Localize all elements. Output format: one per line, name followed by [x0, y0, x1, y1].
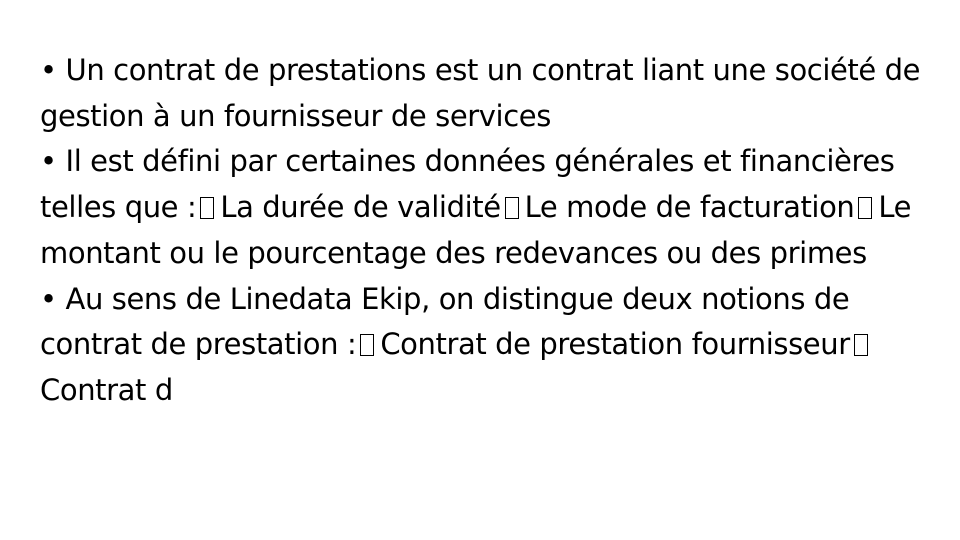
bullet-marker: •: [40, 281, 57, 316]
bullet-marker: •: [40, 144, 57, 179]
slide: • Un contrat de prestations est un contr…: [0, 0, 960, 540]
missing-glyph-icon: [360, 334, 375, 357]
missing-glyph-icon: [858, 197, 873, 220]
bullet-marker: •: [40, 53, 57, 87]
missing-glyph-icon: [200, 197, 215, 220]
sub-item-text: Contrat d: [40, 372, 173, 407]
sub-item-text: Le mode de facturation: [524, 190, 855, 225]
bullet-paragraph-2: • Il est défini par certaines données gé…: [40, 139, 930, 276]
bullet-paragraph-1: • Un contrat de prestations est un contr…: [40, 48, 930, 139]
sub-item-text: Contrat de prestation fournisseur: [380, 327, 850, 362]
missing-glyph-icon: [504, 197, 519, 220]
paragraph-text: Un contrat de prestations est un contrat…: [40, 53, 921, 133]
missing-glyph-icon: [853, 334, 868, 357]
bullet-paragraph-3: • Au sens de Linedata Ekip, on distingue…: [40, 277, 930, 414]
slide-body-text: • Un contrat de prestations est un contr…: [40, 48, 930, 414]
sub-item-text: La durée de validité: [220, 190, 501, 225]
